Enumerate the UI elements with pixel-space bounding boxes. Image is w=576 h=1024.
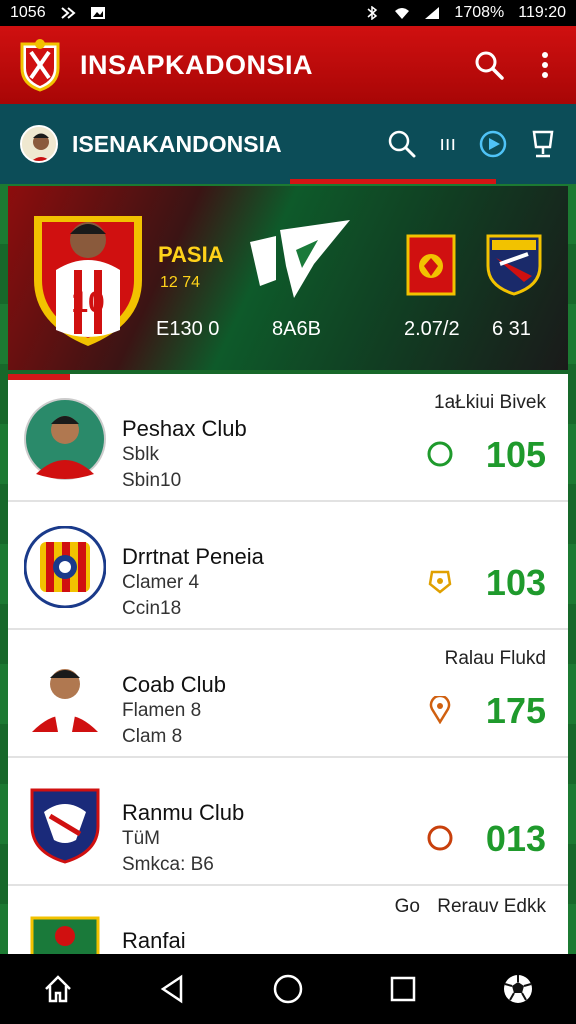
soccer-ball-button[interactable] xyxy=(498,969,538,1009)
row-tag: Rerauv Edkk xyxy=(437,896,546,917)
club-name: Ranfai xyxy=(122,928,186,953)
navigation-bar xyxy=(0,954,576,1024)
team-crest-away-2 xyxy=(486,234,542,296)
player-avatar xyxy=(32,669,98,732)
trophy-icon[interactable] xyxy=(530,129,556,159)
team-crest-away-1 xyxy=(406,234,456,296)
wifi-icon xyxy=(395,8,410,19)
image-icon xyxy=(90,7,105,19)
circle-icon xyxy=(273,974,303,1004)
club-detail-2: Ccin18 xyxy=(122,598,182,619)
club-name: Ranmu Club xyxy=(122,800,245,825)
battery-level: 1708% xyxy=(454,4,505,21)
row-tag: 1aŁkiui Bivek xyxy=(434,392,546,413)
pin-icon xyxy=(429,696,451,724)
club-crest xyxy=(30,916,100,954)
club-detail-1: Clamer 4 xyxy=(122,572,200,593)
status-time-right: 119:20 xyxy=(518,4,566,21)
club-name: Peshax Club xyxy=(122,416,247,441)
home-circle-button[interactable] xyxy=(268,969,308,1009)
team-crest-home: 10 xyxy=(34,216,142,346)
club-crest-logo xyxy=(20,39,60,92)
club-detail-2: Sbin10 xyxy=(122,470,182,491)
soccer-ball-icon xyxy=(504,975,533,1003)
player-avatar xyxy=(24,398,106,480)
ring-icon xyxy=(427,441,453,467)
list-item[interactable]: Go Rerauv Edkk Ranfai xyxy=(8,886,568,954)
status-bar: 1056 1708% 119:20 xyxy=(0,0,576,26)
club-list: 1aŁkiui Bivek Peshax Club Sblk Sbin10 10… xyxy=(8,374,568,954)
row-tag-short: Go xyxy=(394,896,420,917)
club-crest xyxy=(24,526,106,608)
club-detail-1: TüM xyxy=(122,828,160,849)
jersey-number: 10 xyxy=(71,286,104,319)
notification-icon xyxy=(60,7,76,19)
banner-center-value: 8A6B xyxy=(272,318,321,340)
more-vert-icon[interactable] xyxy=(540,50,550,80)
league-logo xyxy=(250,220,350,298)
club-score: 103 xyxy=(485,562,546,603)
recents-button[interactable] xyxy=(383,969,423,1009)
featured-match-banner[interactable]: 10 PASIA 12 74 E130 0 8A6B 2.07/2 6 31 xyxy=(8,186,568,370)
club-detail-2: Smkca: B6 xyxy=(122,854,214,875)
search-icon[interactable] xyxy=(474,50,504,80)
player-avatar-icon xyxy=(22,127,56,161)
sub-title: ISENAKANDONSIA xyxy=(72,130,282,157)
app-bar: INSAPKADONSIA xyxy=(0,26,576,104)
club-detail-1: Sblk xyxy=(122,444,159,465)
club-name: Coab Club xyxy=(122,672,226,697)
list-item[interactable]: Ralau Flukd Coab Club Flamen 8 Clam 8 17… xyxy=(8,630,568,758)
search-icon[interactable] xyxy=(387,129,417,159)
club-detail-1: Flamen 8 xyxy=(122,700,202,721)
club-score: 013 xyxy=(485,818,546,859)
profile-avatar[interactable] xyxy=(20,125,58,163)
recents-icon xyxy=(390,976,416,1002)
banner-right-value-1: 2.07/2 xyxy=(404,318,460,340)
stats-text-button[interactable]: ııı xyxy=(439,133,456,156)
badge-icon xyxy=(428,570,452,594)
banner-left-value: E130 0 xyxy=(156,318,220,340)
banner-right-value-2: 6 31 xyxy=(492,318,531,340)
signal-icon xyxy=(425,7,440,19)
status-time-left: 1056 xyxy=(10,4,46,21)
home-button[interactable] xyxy=(38,969,78,1009)
banner-label: PASIA xyxy=(158,242,224,267)
club-score: 105 xyxy=(485,434,546,475)
sub-header: ISENAKANDONSIA ııı xyxy=(0,104,576,184)
back-button[interactable] xyxy=(153,969,193,1009)
back-icon xyxy=(160,974,183,1004)
bluetooth-icon xyxy=(367,6,378,20)
list-item[interactable]: Ranmu Club TüM Smkca: B6 013 xyxy=(8,758,568,886)
club-detail-2: Clam 8 xyxy=(122,726,183,747)
club-crest xyxy=(30,788,100,864)
home-icon xyxy=(44,975,71,1003)
club-score: 175 xyxy=(485,690,546,731)
banner-sub: 12 74 xyxy=(160,274,201,291)
row-tag: Ralau Flukd xyxy=(444,648,546,669)
play-icon[interactable] xyxy=(478,129,508,159)
club-name: Drrtnat Peneia xyxy=(122,544,264,569)
ring-icon xyxy=(427,825,453,851)
app-title: INSAPKADONSIA xyxy=(80,49,314,80)
list-item[interactable]: Drrtnat Peneia Clamer 4 Ccin18 103 xyxy=(8,502,568,630)
list-item[interactable]: 1aŁkiui Bivek Peshax Club Sblk Sbin10 10… xyxy=(8,374,568,502)
